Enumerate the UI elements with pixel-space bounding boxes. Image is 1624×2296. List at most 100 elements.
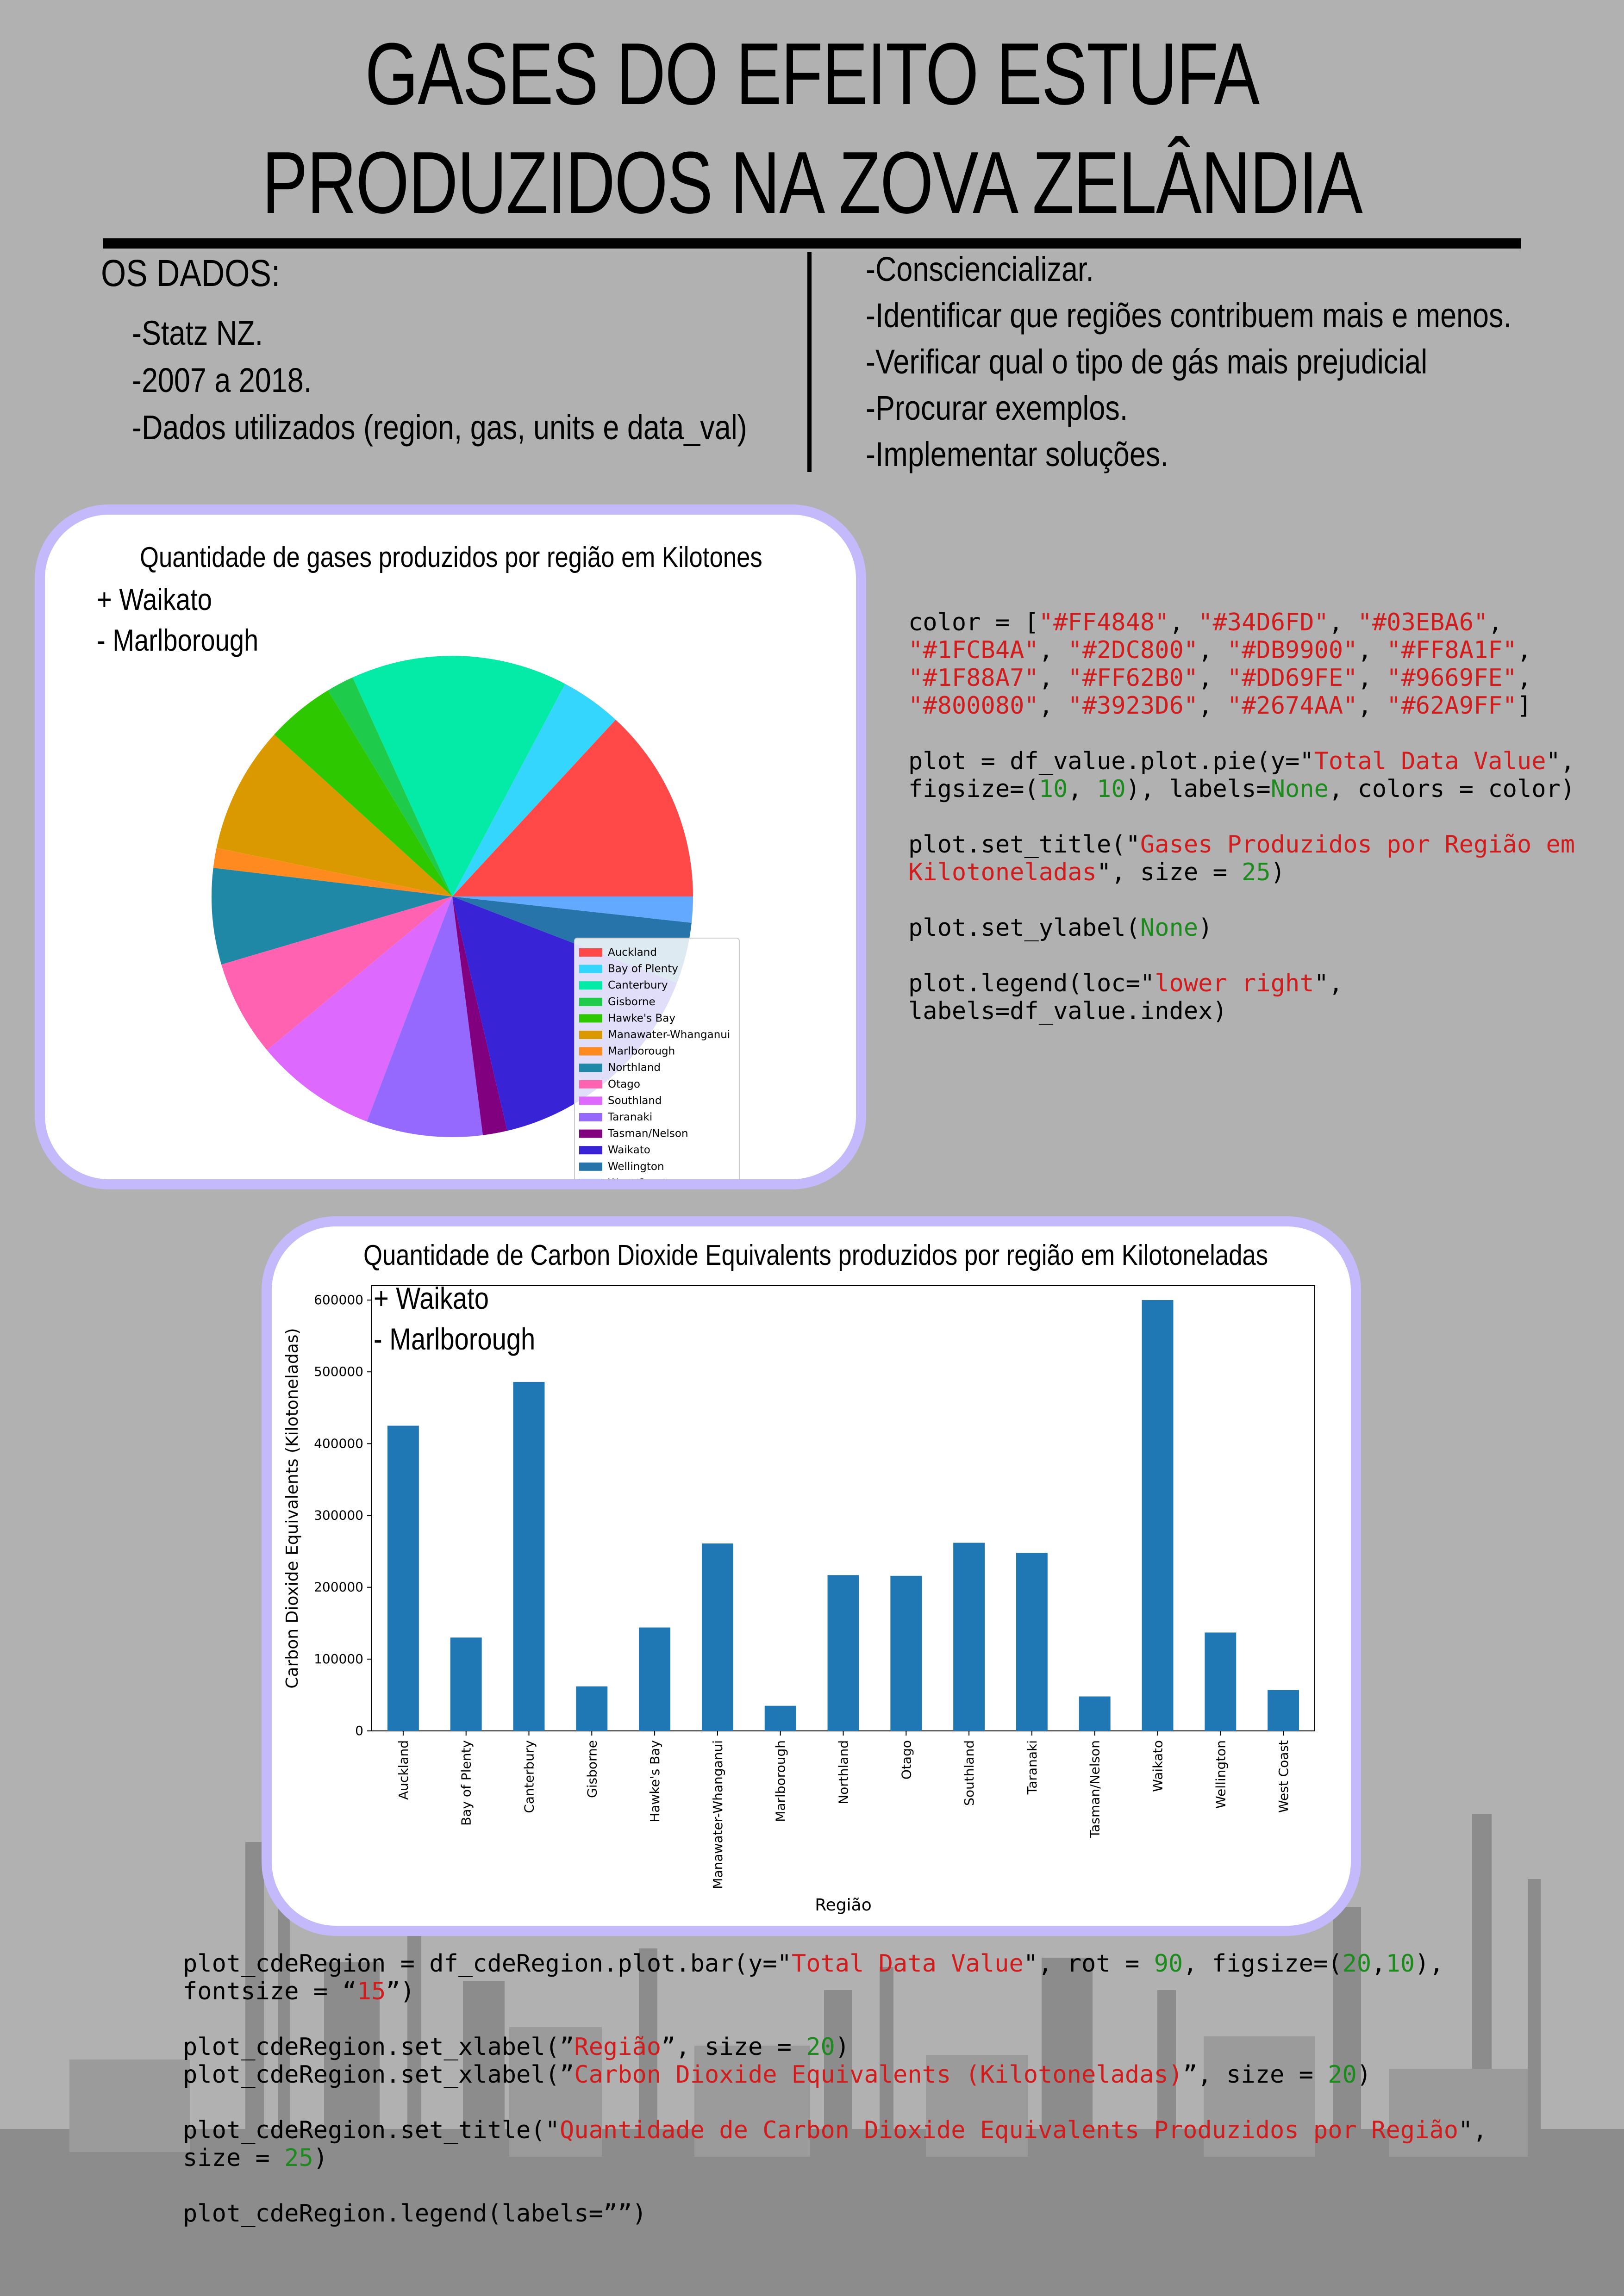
code-token: , (1038, 636, 1068, 664)
data-fields: -Dados utilizados (region, gas, units e … (132, 408, 747, 447)
code-line: plot.set_title("Gases Produzidos por Reg… (908, 831, 1575, 859)
code-token: labels=df_value.index) (908, 997, 1227, 1025)
code-token: Gases Produzidos por Região em (1140, 831, 1575, 859)
code-token: None (1140, 914, 1199, 942)
code-token: ", rot = (1023, 1950, 1154, 1978)
x-tick-label: Gisborne (584, 1740, 600, 1798)
code-token: Carbon Dioxide Equivalents (Kilotonelada… (574, 2061, 1183, 2089)
code-token: "#FF8A1F" (1387, 636, 1517, 664)
code-token: ”, size = (1183, 2061, 1328, 2089)
x-tick-label: Southland (962, 1740, 977, 1806)
title-divider (103, 238, 1521, 249)
code-token: , (1357, 692, 1387, 720)
code-token: ), (1415, 1950, 1444, 1978)
code-token: ”, size = (661, 2033, 806, 2061)
code-token: 20 (806, 2033, 835, 2061)
y-tick-label: 300000 (314, 1508, 363, 1523)
code-line: "#1FCB4A", "#2DC800", "#DB9900", "#FF8A1… (908, 636, 1575, 664)
x-tick-label: Northland (836, 1740, 851, 1804)
y-tick-label: 400000 (314, 1436, 363, 1451)
code-token: plot.set_ylabel( (908, 914, 1140, 942)
code-token: "#FF4848" (1038, 609, 1169, 636)
column-divider (807, 252, 812, 472)
bar (450, 1637, 482, 1731)
code-line: size = 25) (183, 2144, 1487, 2172)
code-token: "#2674AA" (1227, 692, 1358, 720)
x-tick-label: Canterbury (522, 1740, 537, 1813)
goal-item: -Consciencializar. (866, 250, 1094, 288)
code-token: ] (1517, 692, 1532, 720)
code-token: plot_cdeRegion = df_cdeRegion.plot.bar(y… (183, 1950, 792, 1978)
bar-max-label: + Waikato (374, 1281, 489, 1315)
code-line: plot_cdeRegion.set_xlabel(”Carbon Dioxid… (183, 2061, 1487, 2089)
y-tick-label: 0 (355, 1723, 363, 1738)
legend-swatch (579, 997, 602, 1006)
bar (1142, 1300, 1174, 1731)
x-tick-label: West Coast (1276, 1740, 1291, 1813)
code-line: labels=df_value.index) (908, 997, 1575, 1025)
code-token: ”) (386, 1978, 415, 2005)
code-token: , (1517, 664, 1532, 692)
legend-label: Wellington (608, 1161, 664, 1173)
bar (953, 1543, 985, 1731)
legend-swatch (579, 1129, 602, 1138)
bar (701, 1543, 733, 1731)
bar-min-label: - Marlborough (374, 1322, 536, 1356)
x-tick-label: Manawater-Whanganui (710, 1740, 725, 1889)
legend-label: Northland (608, 1062, 661, 1074)
code-token: None (1270, 775, 1329, 803)
code-token: , (1198, 636, 1227, 664)
legend-swatch (579, 1031, 602, 1039)
legend-label: Tasman/Nelson (607, 1128, 688, 1140)
code-token: Total Data Value (791, 1950, 1024, 1978)
code-token: plot.set_title(" (908, 831, 1140, 859)
legend-label: Gisborne (608, 996, 656, 1008)
x-tick-label: Bay of Plenty (459, 1740, 474, 1826)
goal-item: -Procurar exemplos. (866, 389, 1128, 427)
code-token: 25 (1242, 859, 1271, 886)
code-token: ), labels= (1125, 775, 1271, 803)
code-token: figsize=( (908, 775, 1039, 803)
code-token: 15 (356, 1978, 386, 2005)
code-token: "#34D6FD" (1198, 609, 1329, 636)
code-token: ) (313, 2144, 328, 2172)
code-token: , (1357, 664, 1387, 692)
bar (513, 1381, 545, 1731)
code-line: fontsize = “15”) (183, 1978, 1487, 2005)
bar (890, 1575, 922, 1731)
code-token: , (1169, 609, 1199, 636)
legend-swatch (579, 1047, 602, 1056)
data-years: -2007 a 2018. (132, 361, 312, 399)
y-tick-label: 500000 (314, 1364, 363, 1379)
legend-swatch (579, 1162, 602, 1171)
x-tick-label: Waikato (1150, 1740, 1166, 1792)
code-token: "#1FCB4A" (908, 636, 1039, 664)
y-tick-label: 200000 (314, 1580, 363, 1595)
bar (1268, 1690, 1299, 1731)
code-token: plot = df_value.plot.pie(y=" (908, 747, 1314, 775)
legend-label: Taranaki (607, 1111, 652, 1123)
legend-swatch (579, 1113, 602, 1121)
code-line: "#1F88A7", "#FF62B0", "#DD69FE", "#9669F… (908, 664, 1575, 692)
legend-swatch (579, 1096, 602, 1105)
code-token: ) (1198, 914, 1213, 942)
x-tick-label: Wellington (1213, 1740, 1228, 1809)
goal-item: -Verificar qual o tipo de gás mais preju… (866, 342, 1428, 381)
legend-label: Manawater-Whanganui (608, 1029, 730, 1041)
y-axis-label: Carbon Dioxide Equivalents (Kilotonelada… (283, 1328, 302, 1688)
code-line: Kilotoneladas", size = 25) (908, 859, 1575, 886)
code-token: , (1198, 692, 1227, 720)
code-line: color = ["#FF4848", "#34D6FD", "#03EBA6"… (908, 609, 1575, 636)
bar (1205, 1632, 1237, 1731)
code-token: , (1357, 636, 1387, 664)
x-tick-label: Taranaki (1024, 1740, 1040, 1795)
legend-swatch (579, 1064, 602, 1072)
code-token: fontsize = “ (183, 1978, 357, 2005)
code-token: "#DD69FE" (1227, 664, 1358, 692)
legend-swatch (579, 1146, 602, 1155)
goal-item: -Identificar que regiões contribuem mais… (866, 296, 1512, 335)
code-token: Kilotoneladas (908, 859, 1097, 886)
